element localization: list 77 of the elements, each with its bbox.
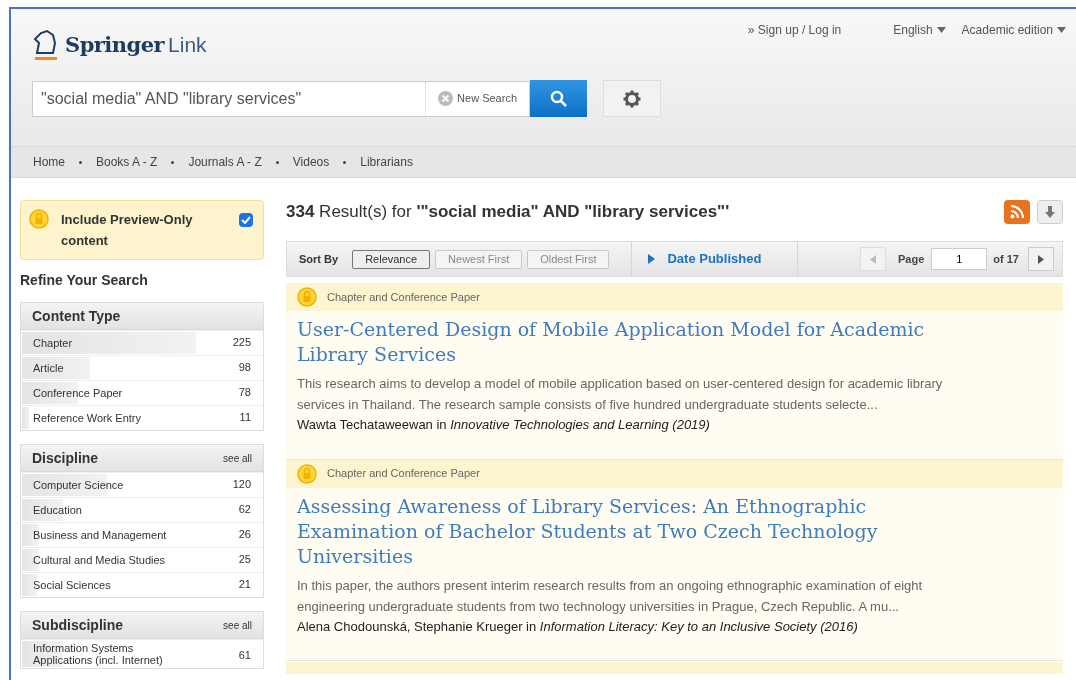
refine-heading: Refine Your Search bbox=[20, 271, 149, 290]
facet-label: Social Sciences bbox=[33, 578, 112, 593]
sign-up-login-link[interactable]: » Sign up / Log in bbox=[747, 21, 842, 39]
search-button[interactable] bbox=[530, 80, 587, 117]
search-icon bbox=[549, 89, 568, 108]
facet-count: 11 bbox=[239, 409, 251, 425]
page-number-field[interactable]: 1 bbox=[931, 248, 988, 270]
new-search-button[interactable]: New Search bbox=[425, 81, 529, 116]
triangle-right-icon bbox=[648, 254, 656, 264]
caret-icon bbox=[936, 27, 946, 33]
facet-label: Business and Management bbox=[33, 528, 168, 543]
facet-count: 120 bbox=[232, 476, 251, 492]
language-dropdown[interactable]: English bbox=[893, 21, 946, 39]
download-arrow-icon bbox=[1045, 206, 1055, 218]
lock-icon bbox=[297, 287, 317, 307]
facet-label: Chapter bbox=[33, 336, 74, 351]
nav-link[interactable]: Books A - Z bbox=[96, 153, 158, 171]
facet-label: Education bbox=[33, 503, 83, 518]
search-field[interactable]: "social media" AND "library services" New Search bbox=[32, 80, 530, 117]
caret-icon bbox=[1057, 27, 1066, 33]
see-all-link[interactable]: see all bbox=[223, 617, 252, 633]
facet-title: Discipline bbox=[32, 448, 99, 468]
next-page-button[interactable] bbox=[1028, 247, 1054, 271]
facet-label: Information Systems Applications (incl. Internet) bbox=[33, 641, 164, 668]
facet-label: Reference Work Entry bbox=[33, 411, 142, 426]
facet-count: 225 bbox=[232, 334, 251, 350]
facet-count: 26 bbox=[238, 526, 251, 542]
download-button[interactable] bbox=[1037, 200, 1063, 224]
sort-label: Sort By bbox=[299, 251, 339, 267]
results-heading: 334 Result(s) for '"social media" AND "library services"' bbox=[286, 201, 730, 224]
separator-dot-icon bbox=[275, 160, 279, 164]
content-type-label: Chapter and Conference Paper bbox=[327, 466, 480, 482]
preview-only-checkbox[interactable] bbox=[239, 213, 253, 227]
facet-label: Computer Science bbox=[33, 478, 125, 493]
facet-count: 62 bbox=[238, 501, 251, 517]
settings-button[interactable] bbox=[603, 80, 661, 117]
facet-label: Article bbox=[33, 361, 65, 376]
result-title-link[interactable]: Assessing Awareness of Library Services: An Ethnographic Examination of Bachelor Students at Two Czech Technology Universities bbox=[297, 493, 977, 569]
facet-count: 78 bbox=[238, 384, 251, 400]
lock-icon bbox=[297, 463, 317, 484]
settings-icon bbox=[623, 89, 641, 108]
nav-link[interactable]: Videos bbox=[292, 153, 330, 171]
facet-title: Subdiscipline bbox=[32, 615, 123, 635]
preview-only-label: Include Preview-Only content bbox=[61, 211, 194, 250]
page-label: Page bbox=[898, 251, 925, 267]
edition-dropdown[interactable]: Academic edition bbox=[961, 21, 1066, 39]
page-total: of 17 bbox=[993, 251, 1019, 267]
nav-link[interactable]: Journals A - Z bbox=[188, 153, 262, 171]
facet-count: 25 bbox=[238, 551, 251, 567]
nav-link[interactable]: Home bbox=[33, 153, 65, 171]
logo-text[interactable]: Link bbox=[168, 29, 207, 61]
logo-text[interactable]: Springer bbox=[65, 29, 165, 61]
rss-icon bbox=[1010, 205, 1024, 219]
triangle-right-icon bbox=[1038, 254, 1044, 264]
facet-title: Content Type bbox=[32, 306, 121, 326]
content-type-label: Chapter and Conference Paper bbox=[327, 289, 480, 305]
facet-label: Cultural and Media Studies bbox=[33, 553, 167, 568]
result-source: Wawta Techataweewan in Innovative Technologies and Learning (2019) bbox=[297, 416, 711, 434]
nav-link[interactable]: Librarians bbox=[360, 153, 413, 171]
clear-icon bbox=[438, 91, 454, 106]
triangle-left-icon bbox=[870, 254, 876, 264]
facet-count: 21 bbox=[238, 576, 251, 592]
see-all-link[interactable]: see all bbox=[223, 450, 252, 466]
lock-icon bbox=[29, 209, 49, 229]
facet-count: 98 bbox=[238, 359, 251, 375]
result-snippet: In this paper, the authors present interim research results from an ongoing ethnographic examination of eight engineering undergraduate students from two technology universities in Prague, Czech Republic. A mu... bbox=[297, 576, 924, 616]
separator-dot-icon bbox=[79, 160, 82, 164]
result-title-link[interactable]: User-Centered Design of Mobile Application Model for Academic Library Services bbox=[297, 317, 977, 367]
rss-button[interactable] bbox=[1004, 200, 1030, 224]
date-published-filter[interactable]: Date Published bbox=[631, 242, 799, 276]
result-source: Alena Chodounská, Stephanie Krueger in Information Literacy: Key to an Inclusive Society (2016) bbox=[297, 617, 859, 636]
result-snippet: This research aims to develop a model of mobile application based on user-centered design for academic library services in Thailand. The research sample consists of five hundred undergraduate students selecte... bbox=[297, 375, 944, 414]
separator-dot-icon bbox=[171, 160, 175, 164]
facet-count: 61 bbox=[238, 647, 251, 663]
separator-dot-icon bbox=[343, 160, 347, 164]
facet-label: Conference Paper bbox=[33, 386, 124, 401]
sort-option-button[interactable]: Relevance bbox=[352, 249, 431, 269]
